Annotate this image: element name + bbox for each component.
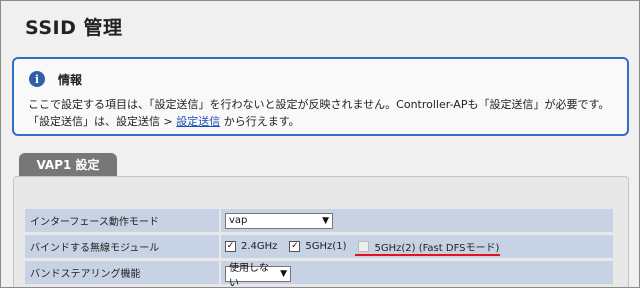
vap1-settings-table: インターフェース動作モード vap ▼ バインドする無線モジュール ✓ 2.4GH… [25, 206, 613, 287]
page-title: SSID 管理 [25, 17, 123, 39]
checkbox-2-4ghz-label: 2.4GHz [241, 241, 278, 252]
band-steering-select[interactable]: 使用しない ▼ [225, 263, 291, 287]
chevron-down-icon: ▼ [280, 269, 287, 279]
table-row: インターフェース動作モード vap ▼ [25, 209, 613, 232]
checkbox-5ghz-1[interactable]: ✓ [289, 241, 301, 252]
table-row: バンドステアリング機能 使用しない ▼ [25, 261, 613, 287]
checkbox-5ghz-2-fast-dfs-label: 5GHz(2) (Fast DFSモード) [374, 243, 500, 254]
page-frame: SSID 管理 i 情報 ここで設定する項目は、「設定送信」を行わないと設定が反… [0, 0, 640, 288]
table-row: バインドする無線モジュール ✓ 2.4GHz ✓ 5GHz(1) 5GHz(2) (Fa… [25, 235, 613, 258]
info-message-line2: 「設定送信」は、設定送信 > 設定送信 から行えます。 [28, 113, 300, 129]
info-icon: i [29, 71, 45, 87]
chevron-down-icon: ▼ [322, 215, 329, 226]
bind-radio-module-label: バインドする無線モジュール [25, 235, 221, 258]
interface-mode-select[interactable]: vap ▼ [225, 212, 333, 229]
highlight-underline [355, 254, 500, 256]
checkbox-2-4ghz[interactable]: ✓ [225, 241, 236, 252]
checkbox-5ghz-2-fast-dfs[interactable] [358, 241, 370, 252]
interface-mode-value: vap [229, 215, 248, 226]
info-title: 情報 [58, 73, 83, 87]
band-steering-cell: 使用しない ▼ [221, 261, 613, 287]
checkbox-5ghz-1-label: 5GHz(1) [305, 241, 347, 252]
vap1-settings-tab: VAP1 設定 [19, 153, 117, 176]
info-line2-suffix: から行えます。 [220, 115, 300, 128]
interface-mode-label: インターフェース動作モード [25, 209, 221, 232]
info-line2-prefix: 「設定送信」は、設定送信 > [28, 115, 177, 128]
band-steering-label: バンドステアリング機能 [25, 261, 221, 284]
interface-mode-cell: vap ▼ [221, 209, 613, 232]
info-message-line1: ここで設定する項目は、「設定送信」を行わないと設定が反映されません。Contro… [28, 98, 610, 111]
band-steering-value: 使用しない [229, 263, 269, 288]
settings-send-link[interactable]: 設定送信 [176, 115, 220, 128]
info-box: i 情報 ここで設定する項目は、「設定送信」を行わないと設定が反映されません。C… [12, 57, 629, 136]
